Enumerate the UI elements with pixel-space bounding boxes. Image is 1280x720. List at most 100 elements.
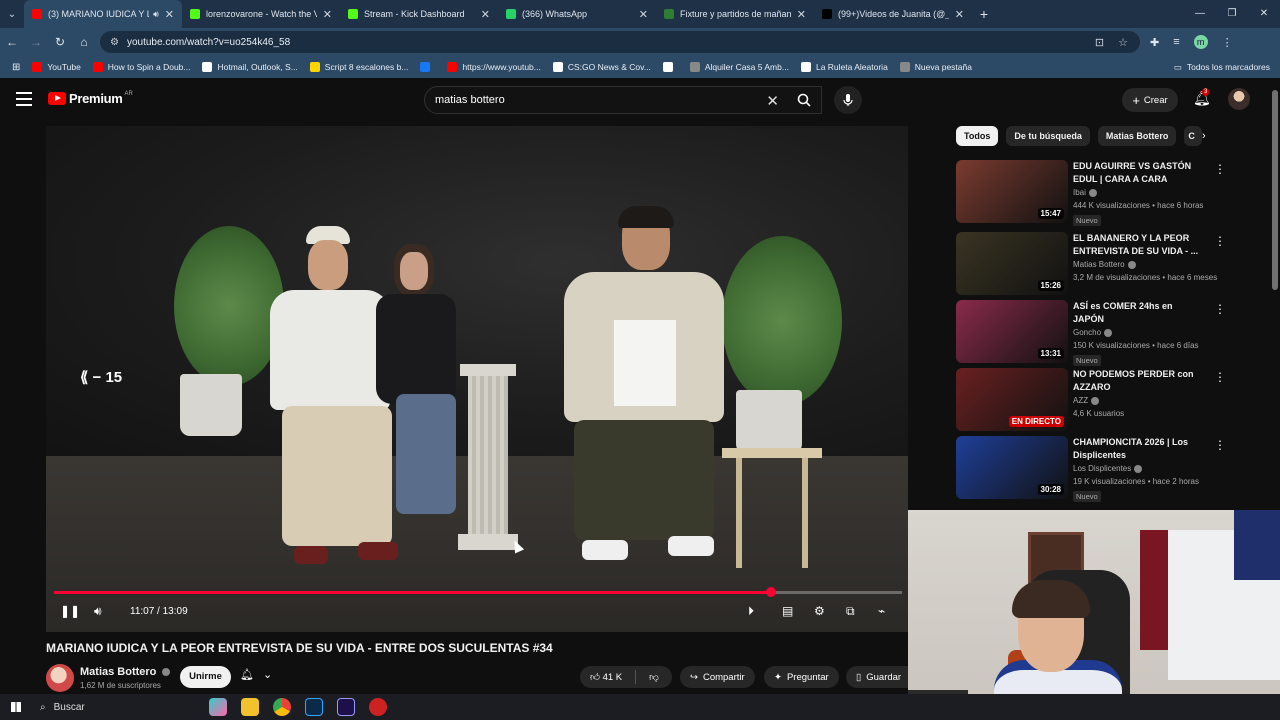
settings-gear-icon[interactable]: ⚙ bbox=[814, 604, 825, 618]
video-thumbnail[interactable]: 13:31 bbox=[956, 300, 1068, 363]
recommended-title[interactable]: ASÍ es COMER 24hs en JAPÓN bbox=[1073, 300, 1203, 326]
search-button[interactable] bbox=[786, 86, 822, 114]
recommended-video[interactable]: EN DIRECTO NO PODEMOS PERDER con AZZARO AZ… bbox=[956, 368, 1256, 432]
browser-tab[interactable]: (99+)Videos de Juanita (@_jjua ✕ bbox=[814, 0, 972, 28]
url-field[interactable]: ⚙ youtube.com/watch?v=uo254k46_58 ⊡ ☆ bbox=[100, 31, 1140, 53]
recommended-title[interactable]: EDU AGUIRRE VS GASTÓN EDUL | CARA A CARA bbox=[1073, 160, 1203, 186]
recommended-video[interactable]: 15:47 EDU AGUIRRE VS GASTÓN EDUL | CARA A… bbox=[956, 160, 1256, 226]
media-controls-icon[interactable]: ≡ bbox=[1173, 36, 1179, 48]
photoshop-icon[interactable] bbox=[305, 698, 323, 716]
bookmark-item[interactable]: Alquiler Casa 5 Amb... bbox=[689, 62, 789, 72]
hamburger-menu-icon[interactable] bbox=[16, 92, 32, 106]
new-tab-button[interactable]: + bbox=[972, 6, 996, 22]
bookmark-item[interactable]: Script 8 escalones b... bbox=[309, 62, 408, 72]
browser-tab[interactable]: Fixture y partidos de mañana e ✕ bbox=[656, 0, 814, 28]
share-button[interactable]: ↪ Compartir bbox=[680, 666, 755, 688]
filter-chip[interactable]: Todos bbox=[956, 126, 999, 146]
recommended-title[interactable]: EL BANANERO Y LA PEOR ENTREVISTA DE SU V… bbox=[1073, 232, 1203, 258]
bookmark-item[interactable]: CS:GO News & Cov... bbox=[552, 62, 651, 72]
tab-audio-icon[interactable]: 🔊︎ bbox=[153, 9, 159, 20]
video-thumbnail[interactable]: EN DIRECTO bbox=[956, 368, 1068, 431]
recommended-video[interactable]: 15:26 EL BANANERO Y LA PEOR ENTREVISTA DE… bbox=[956, 232, 1256, 296]
voice-search-button[interactable] bbox=[834, 86, 862, 114]
account-avatar[interactable] bbox=[1228, 88, 1250, 110]
more-actions-icon[interactable]: ⋮ bbox=[1214, 370, 1226, 384]
file-explorer-icon[interactable] bbox=[241, 698, 259, 716]
ask-button[interactable]: ✦ Preguntar bbox=[764, 666, 839, 688]
scrubber-handle[interactable] bbox=[766, 587, 776, 597]
recommended-channel[interactable]: AZZ bbox=[1073, 396, 1100, 405]
taskbar-search[interactable]: ⌕ Buscar bbox=[32, 702, 222, 713]
dislike-button[interactable]: 👎︎ bbox=[649, 671, 659, 683]
install-app-icon[interactable]: ⊡ bbox=[1095, 36, 1104, 49]
subtitles-icon[interactable]: ▤ bbox=[782, 604, 793, 618]
channel-name-row[interactable]: Matias Bottero bbox=[80, 666, 171, 678]
notifications-button[interactable]: 🔔︎ 3 bbox=[1193, 88, 1211, 107]
miniplayer-icon[interactable]: ⧉ bbox=[846, 604, 855, 619]
video-player[interactable]: ⟪ − 15 ❚❚ 🔊︎ 11:07 / 13:09 ⏵ ▤ ⚙ ⧉ ⌁ bbox=[46, 126, 908, 632]
obs-icon[interactable] bbox=[369, 698, 387, 716]
more-actions-icon[interactable]: ⋮ bbox=[1214, 438, 1226, 452]
volume-icon[interactable]: 🔊︎ bbox=[94, 604, 102, 619]
channel-avatar[interactable] bbox=[46, 664, 74, 692]
autoplay-toggle-icon[interactable]: ⏵ bbox=[748, 604, 754, 619]
apps-grid-icon[interactable]: ⊞ bbox=[12, 62, 20, 73]
bookmark-item[interactable]: La Ruleta Aleatoria bbox=[800, 62, 888, 72]
progress-bar[interactable] bbox=[54, 587, 902, 597]
tab-close-icon[interactable]: ✕ bbox=[955, 8, 964, 21]
chrome-icon[interactable] bbox=[273, 698, 291, 716]
recommended-channel[interactable]: Ibai bbox=[1073, 188, 1097, 197]
more-actions-icon[interactable]: ⋮ bbox=[1214, 302, 1226, 316]
bookmark-item[interactable]: How to Spin a Doub... bbox=[92, 62, 190, 72]
home-icon[interactable]: ⌂ bbox=[72, 28, 96, 56]
all-bookmarks-button[interactable]: ▭ Todos los marcadores bbox=[1174, 62, 1270, 73]
forward-icon[interactable]: → bbox=[24, 28, 48, 56]
like-button[interactable]: 👍︎ 41 K bbox=[590, 671, 622, 683]
cast-icon[interactable]: ⌁ bbox=[878, 604, 885, 618]
bookmark-item[interactable]: Hotmail, Outlook, S... bbox=[202, 62, 298, 72]
bookmark-item[interactable]: Nueva pestaña bbox=[899, 62, 972, 72]
join-button[interactable]: Unirme bbox=[180, 666, 231, 688]
profile-avatar[interactable]: m bbox=[1193, 35, 1208, 49]
recommended-title[interactable]: CHAMPIONCITA 2026 | Los Displicentes bbox=[1073, 436, 1203, 462]
bookmark-item[interactable]: YouTube bbox=[32, 62, 81, 72]
recommended-video[interactable]: 13:31 ASÍ es COMER 24hs en JAPÓN Goncho 150… bbox=[956, 300, 1256, 366]
page-scrollbar[interactable] bbox=[1272, 90, 1278, 290]
recommended-channel[interactable]: Los Displicentes bbox=[1073, 464, 1143, 473]
recommended-channel[interactable]: Matias Bottero bbox=[1073, 260, 1136, 269]
bookmark-item[interactable]: https://www.youtub... bbox=[447, 62, 541, 72]
tab-close-icon[interactable]: ✕ bbox=[797, 8, 806, 21]
youtube-premium-logo[interactable]: Premium AR bbox=[48, 91, 133, 106]
more-actions-icon[interactable]: ⋮ bbox=[1214, 162, 1226, 176]
create-button[interactable]: + Crear bbox=[1122, 88, 1178, 112]
close-window-icon[interactable]: ✕ bbox=[1248, 0, 1280, 28]
recommended-channel[interactable]: Goncho bbox=[1073, 328, 1113, 337]
browser-tab[interactable]: lorenzovarone - Watch the VO ✕ bbox=[182, 0, 340, 28]
back-icon[interactable]: ← bbox=[0, 28, 24, 56]
subscription-bell[interactable]: 🔔︎ ⌄ bbox=[240, 668, 272, 681]
bookmark-star-icon[interactable]: ☆ bbox=[1118, 36, 1128, 49]
save-button[interactable]: ▯ Guardar bbox=[846, 666, 908, 688]
video-thumbnail[interactable]: 15:26 bbox=[956, 232, 1068, 295]
tab-close-icon[interactable]: ✕ bbox=[323, 8, 332, 21]
extensions-icon[interactable]: ✚ bbox=[1150, 36, 1159, 49]
video-thumbnail[interactable]: 15:47 bbox=[956, 160, 1068, 223]
channel-name[interactable]: Matias Bottero bbox=[80, 666, 156, 678]
chips-next-icon[interactable]: › bbox=[1202, 130, 1206, 142]
windows-start-icon[interactable] bbox=[0, 694, 32, 720]
restore-icon[interactable]: ❐ bbox=[1216, 0, 1248, 28]
tab-close-icon[interactable]: ✕ bbox=[165, 8, 174, 21]
premiere-icon[interactable] bbox=[337, 698, 355, 716]
search-input[interactable]: matias bottero ✕ bbox=[424, 86, 822, 114]
minimize-icon[interactable]: — bbox=[1184, 0, 1216, 28]
site-info-icon[interactable]: ⚙ bbox=[110, 37, 119, 48]
menu-kebab-icon[interactable]: ⋮ bbox=[1222, 36, 1233, 49]
bookmark-item[interactable] bbox=[420, 62, 435, 72]
bookmark-item[interactable] bbox=[662, 62, 678, 72]
clear-search-icon[interactable]: ✕ bbox=[766, 92, 779, 110]
filter-chip[interactable]: De tu búsqueda bbox=[1006, 126, 1090, 146]
recommended-title[interactable]: NO PODEMOS PERDER con AZZARO bbox=[1073, 368, 1203, 394]
browser-tab[interactable]: Stream - Kick Dashboard ✕ bbox=[340, 0, 498, 28]
tab-close-icon[interactable]: ✕ bbox=[639, 8, 648, 21]
filter-chip[interactable]: C bbox=[1184, 126, 1203, 146]
